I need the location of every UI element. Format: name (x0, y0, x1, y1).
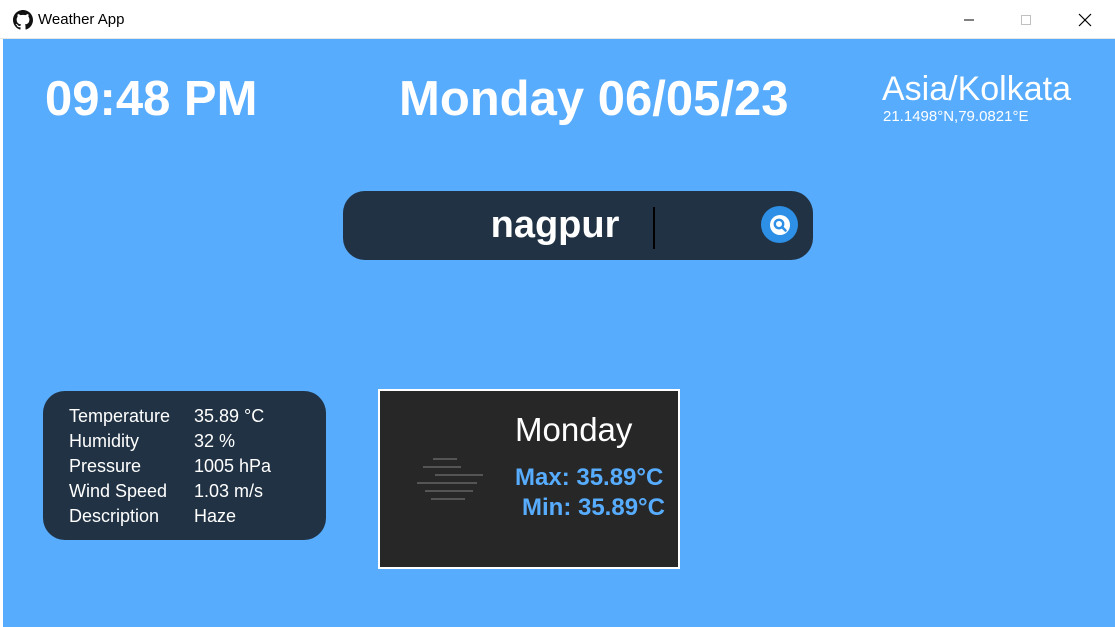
humidity-label: Humidity (69, 431, 140, 451)
title-bar: Weather App (0, 0, 1115, 39)
search-icon (769, 214, 790, 235)
pressure-label: Pressure (69, 456, 142, 476)
current-time: 09:48 PM (45, 72, 258, 126)
text-cursor (653, 207, 655, 249)
search-button[interactable] (761, 206, 798, 243)
maximize-icon (1021, 14, 1031, 25)
description-label: Description (69, 506, 160, 526)
maximize-button[interactable] (1003, 0, 1049, 39)
minimize-icon (964, 19, 974, 20)
coordinates-label: 21.1498°N,79.0821°E (883, 108, 1029, 125)
search-bar (343, 191, 813, 260)
minimize-button[interactable] (946, 0, 992, 39)
temperature-value: 35.89 °C (194, 406, 265, 426)
wind-speed-label: Wind Speed (69, 481, 168, 501)
humidity-value: 32 % (194, 431, 236, 451)
haze-icon (415, 457, 485, 503)
close-icon (1078, 13, 1092, 26)
weather-panel: 09:48 PM Monday 06/05/23 Asia/Kolkata 21… (3, 39, 1115, 627)
current-date: Monday 06/05/23 (399, 72, 789, 126)
window-title: Weather App (38, 11, 125, 28)
wind-speed-value: 1.03 m/s (194, 481, 264, 501)
close-button[interactable] (1062, 0, 1108, 39)
app-window: Weather App 09:48 PM Monday 06/05/23 Asi… (0, 0, 1115, 627)
forecast-min: Min: 35.89°C (522, 494, 665, 521)
temperature-label: Temperature (69, 406, 171, 426)
forecast-card: Monday Max: 35.89°C Min: 35.89°C (378, 389, 680, 569)
search-input[interactable] (365, 202, 745, 248)
current-conditions-card: Temperature 35.89 °C Humidity 32 % Press… (43, 391, 326, 540)
timezone-label: Asia/Kolkata (882, 70, 1071, 108)
description-value: Haze (194, 506, 237, 526)
forecast-day: Monday (515, 411, 633, 448)
github-icon (13, 10, 33, 30)
pressure-value: 1005 hPa (194, 456, 272, 476)
forecast-max: Max: 35.89°C (515, 464, 664, 491)
